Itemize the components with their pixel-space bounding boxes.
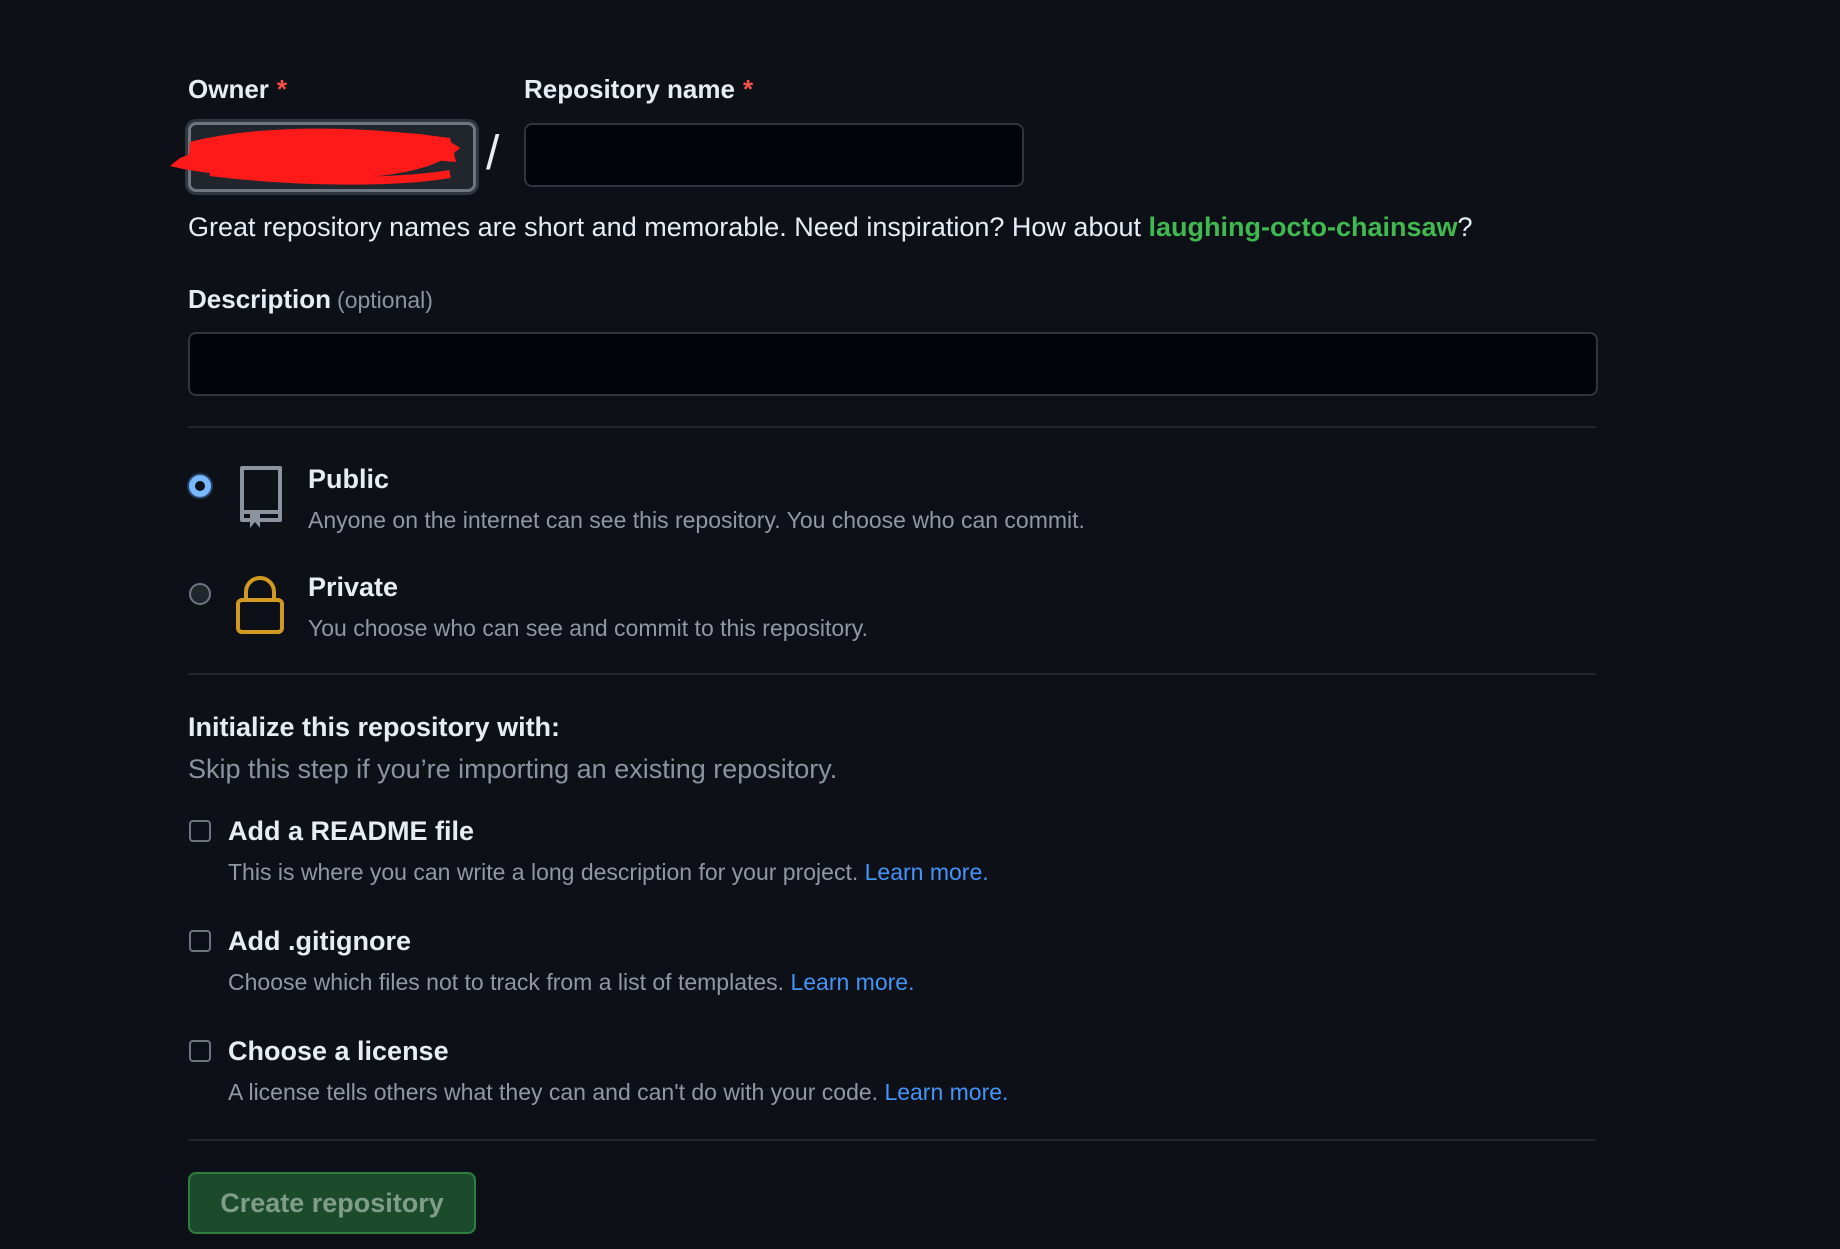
private-desc: You choose who can see and commit to thi… xyxy=(308,615,868,641)
license-learn-more-link[interactable]: Learn more. xyxy=(884,1079,1008,1105)
hint-end: ? xyxy=(1457,212,1473,242)
public-title: Public xyxy=(308,464,390,494)
private-title: Private xyxy=(308,572,399,602)
owner-required-mark: * xyxy=(276,74,288,104)
readme-title: Add a README file xyxy=(228,816,475,846)
description-label-text: Description xyxy=(188,284,332,314)
repo-name-label-text: Repository name xyxy=(524,74,735,104)
repo-name-input[interactable] xyxy=(524,123,1024,187)
private-radio[interactable] xyxy=(189,583,211,605)
readme-desc: This is where you can write a long descr… xyxy=(228,859,989,886)
init-subtitle: Skip this step if you’re importing an ex… xyxy=(188,754,838,784)
divider xyxy=(188,426,1596,428)
repo-icon xyxy=(240,466,282,528)
readme-learn-more-link[interactable]: Learn more. xyxy=(865,859,989,885)
owner-label: Owner * xyxy=(188,74,287,105)
optional-tag: (optional) xyxy=(337,287,433,313)
gitignore-learn-more-link[interactable]: Learn more. xyxy=(790,969,914,995)
owner-label-text: Owner xyxy=(188,74,269,104)
owner-repo-separator: / xyxy=(486,127,500,180)
create-repository-button[interactable]: Create repository xyxy=(188,1172,476,1234)
init-title: Initialize this repository with: xyxy=(188,712,561,742)
license-title: Choose a license xyxy=(228,1036,449,1066)
name-suggestion-link[interactable]: laughing-octo-chainsaw xyxy=(1149,212,1458,242)
hint-text: Great repository names are short and mem… xyxy=(188,212,1149,242)
gitignore-title: Add .gitignore xyxy=(228,926,411,956)
gitignore-desc-text: Choose which files not to track from a l… xyxy=(228,969,791,995)
gitignore-checkbox[interactable] xyxy=(189,930,211,952)
license-checkbox[interactable] xyxy=(189,1040,211,1062)
public-radio[interactable] xyxy=(189,475,211,497)
divider xyxy=(188,1139,1596,1141)
lock-icon xyxy=(236,576,284,634)
description-label: Description (optional) xyxy=(188,284,433,315)
redaction-scribble xyxy=(170,128,460,185)
repo-name-required-mark: * xyxy=(742,74,754,104)
divider xyxy=(188,673,1596,675)
license-desc: A license tells others what they can and… xyxy=(228,1079,1008,1106)
license-desc-text: A license tells others what they can and… xyxy=(228,1079,885,1105)
repo-name-label: Repository name * xyxy=(524,74,753,105)
readme-checkbox[interactable] xyxy=(189,820,211,842)
public-desc: Anyone on the internet can see this repo… xyxy=(308,507,1085,533)
gitignore-desc: Choose which files not to track from a l… xyxy=(228,969,914,996)
repo-name-hint: Great repository names are short and mem… xyxy=(188,212,1473,243)
readme-desc-text: This is where you can write a long descr… xyxy=(228,859,865,885)
description-input[interactable] xyxy=(188,332,1598,396)
new-repository-form: Owner * Repository name * / Great reposito… xyxy=(0,0,1840,1249)
